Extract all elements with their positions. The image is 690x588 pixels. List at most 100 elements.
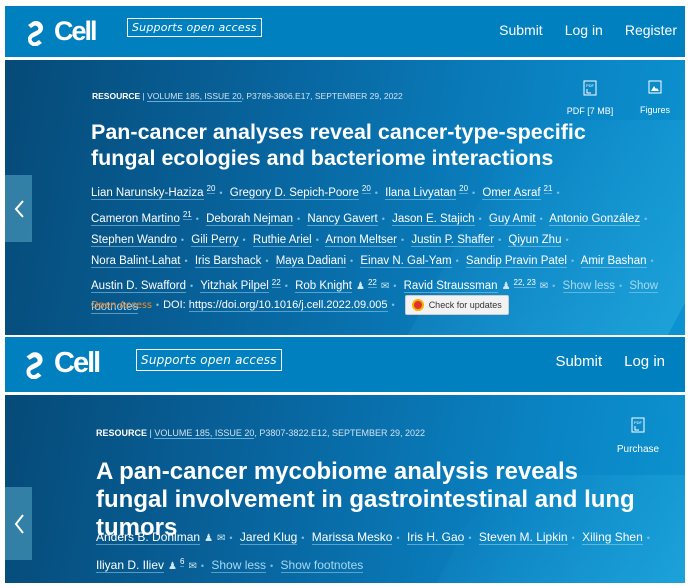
author-link[interactable]: Stephen Wandro <box>91 233 177 247</box>
author-link[interactable]: Cameron Martino <box>91 212 180 226</box>
separator: • <box>478 213 482 224</box>
separator: • <box>301 533 305 543</box>
doi-link[interactable]: https://doi.org/10.1016/j.cell.2022.09.0… <box>188 299 388 312</box>
article-type: RESOURCE <box>92 91 141 101</box>
pdf-download[interactable]: PDF PDF [7 MB] <box>560 80 620 116</box>
author-link[interactable]: Gili Perry <box>191 233 239 247</box>
author-link[interactable]: Steven M. Lipkin <box>478 530 568 545</box>
mail-icon[interactable]: ✉ <box>540 281 548 292</box>
show-footnotes-link[interactable]: Show footnotes <box>280 558 364 573</box>
author-link[interactable]: Marissa Mesko <box>311 530 393 545</box>
author-link[interactable]: Anders B. Dohlman <box>96 530 201 545</box>
author-list: Anders B. Dohlman ♟ ✉ • Jared Klug • Marissa… <box>96 526 681 578</box>
author-link[interactable]: Iliyan D. Iliev <box>96 558 165 573</box>
separator: • <box>539 213 543 224</box>
author-link[interactable]: Amir Bashan <box>580 254 647 268</box>
author-link[interactable]: Maya Dadiani <box>275 254 347 268</box>
author-link[interactable]: Yitzhak Pilpel <box>200 280 269 294</box>
separator: • <box>195 213 199 224</box>
mail-icon[interactable]: ✉ <box>188 561 196 572</box>
open-access-badge[interactable]: Supports open access <box>136 349 282 371</box>
author-link[interactable]: Qiyun Zhu <box>508 233 562 247</box>
pdf-icon: PDF <box>631 417 645 433</box>
person-icon[interactable]: ♟ <box>168 561 177 572</box>
author-link[interactable]: Gregory D. Sepich-Poore <box>229 186 359 200</box>
cell-logo-icon <box>26 351 43 379</box>
author-link[interactable]: Einav N. Gal-Yam <box>360 254 452 268</box>
separator: • <box>646 533 650 543</box>
affiliation-ref[interactable]: 20 <box>361 184 371 194</box>
person-icon[interactable]: ♟ <box>502 281 511 292</box>
affiliation-ref[interactable]: 22 <box>367 277 377 288</box>
author-link[interactable]: Jason E. Stajich <box>392 212 475 226</box>
separator: • <box>381 213 385 224</box>
nav-register[interactable]: Register <box>625 22 677 38</box>
purchase-label: Purchase <box>616 444 660 455</box>
author-link[interactable]: Deborah Nejman <box>206 212 294 226</box>
cell-logo[interactable]: Cell <box>22 16 98 47</box>
author-link[interactable]: Omer Asraf <box>482 186 541 200</box>
image-icon <box>648 80 662 94</box>
separator: • <box>472 187 476 198</box>
author-link[interactable]: Guy Amit <box>488 212 536 226</box>
separator: • <box>270 561 274 571</box>
volume-link[interactable]: VOLUME 185, ISSUE 20 <box>154 428 255 439</box>
separator: • <box>570 255 575 266</box>
separator: • <box>155 300 160 310</box>
mail-icon[interactable]: ✉ <box>381 281 389 292</box>
affiliation-ref[interactable]: 20 <box>206 184 216 194</box>
open-access-badge[interactable]: Supports open access <box>127 18 262 37</box>
affiliation-ref[interactable]: 22, 23 <box>513 277 536 288</box>
pages-date: , P3789-3806.E17, SEPTEMBER 29, 2022 <box>241 91 403 101</box>
mail-icon[interactable]: ✉ <box>217 533 225 544</box>
nav-login[interactable]: Log in <box>565 22 603 38</box>
show-less-link[interactable]: Show less <box>562 280 615 294</box>
figures-button[interactable]: Figures <box>633 80 677 115</box>
affiliation-ref[interactable]: 22 <box>271 277 281 288</box>
volume-link[interactable]: VOLUME 185, ISSUE 20 <box>147 91 242 102</box>
person-icon[interactable]: ♟ <box>356 281 365 292</box>
author-link[interactable]: Xiling Shen <box>582 530 643 545</box>
open-access-label: Open Access <box>91 299 152 311</box>
separator: • <box>455 255 459 266</box>
logo-text: Cell <box>54 347 101 379</box>
author-link[interactable]: Iris H. Gao <box>406 530 465 545</box>
author-link[interactable]: Jared Klug <box>239 530 298 545</box>
cell-logo[interactable]: Cell <box>20 347 101 380</box>
author-link[interactable]: Lian Narunsky-Haziza <box>91 186 204 200</box>
pages-date: , P3807-3822.E12, SEPTEMBER 29, 2022 <box>254 428 426 438</box>
author-link[interactable]: Arnon Meltser <box>325 233 398 247</box>
crossmark-icon <box>411 299 424 311</box>
nav-login[interactable]: Log in <box>624 353 665 370</box>
previous-article-button[interactable] <box>5 175 32 242</box>
article-meta: RESOURCE | VOLUME 185, ISSUE 20, P3789-3… <box>92 91 403 102</box>
check-for-updates-button[interactable]: Check for updates <box>404 295 509 315</box>
previous-article-button[interactable] <box>5 487 32 560</box>
author-link[interactable]: Justin P. Shaffer <box>411 233 495 247</box>
author-link[interactable]: Antonio González <box>549 212 641 226</box>
pdf-icon: PDF <box>583 80 597 96</box>
separator: • <box>184 255 188 266</box>
author-link[interactable]: Sandip Pravin Patel <box>465 254 567 268</box>
logo-text: Cell <box>54 16 98 46</box>
affiliation-ref[interactable]: 21 <box>182 209 192 220</box>
author-link[interactable]: Nancy Gavert <box>307 212 378 226</box>
author-link[interactable]: Austin D. Swafford <box>91 280 187 294</box>
pdf-label: PDF [7 MB] <box>566 106 614 116</box>
nav-submit[interactable]: Submit <box>555 353 602 370</box>
separator: • <box>391 300 395 310</box>
author-link[interactable]: Iris Barshack <box>194 254 262 268</box>
author-link[interactable]: Ilana Livyatan <box>385 186 457 200</box>
nav-submit[interactable]: Submit <box>499 22 543 38</box>
author-link[interactable]: Rob Knight <box>295 280 352 294</box>
show-less-link[interactable]: Show less <box>211 558 267 573</box>
author-link[interactable]: Ravid Straussman <box>403 280 498 294</box>
affiliation-ref[interactable]: 20 <box>459 184 469 194</box>
affiliation-ref[interactable]: 21 <box>543 184 553 194</box>
separator: • <box>556 187 560 198</box>
person-icon[interactable]: ♟ <box>204 533 213 544</box>
author-link[interactable]: Ruthie Ariel <box>252 233 312 247</box>
author-link[interactable]: Nora Balint-Lahat <box>91 254 181 268</box>
purchase-pdf[interactable]: PDF Purchase <box>610 417 666 455</box>
affiliation-ref[interactable]: 6 <box>180 557 185 567</box>
